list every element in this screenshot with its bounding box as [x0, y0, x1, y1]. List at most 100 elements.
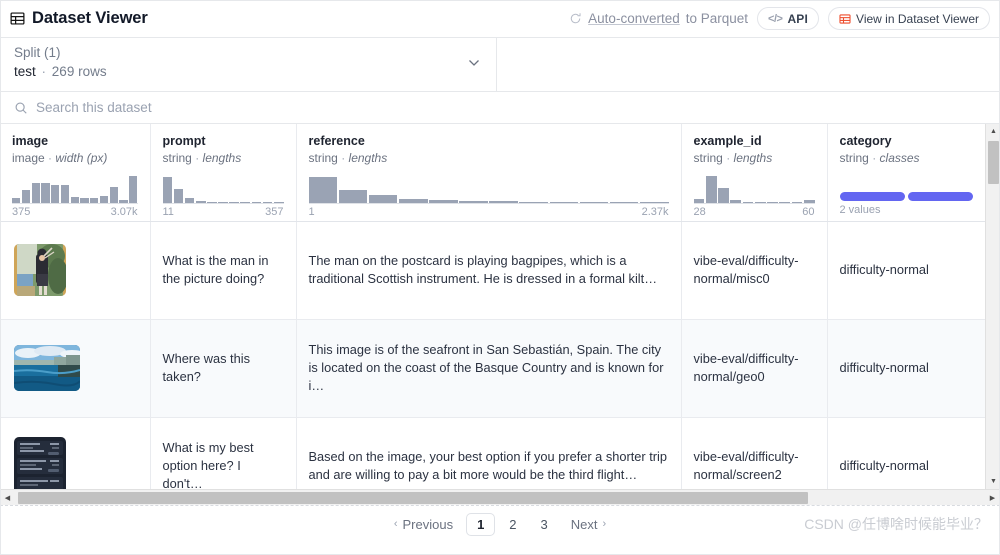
chevron-down-icon[interactable]: [466, 54, 482, 75]
page-button-3[interactable]: 3: [531, 514, 558, 535]
column-type-name: string: [162, 151, 192, 165]
histogram-bar: [109, 186, 118, 203]
cell-category[interactable]: difficulty-normal: [827, 221, 985, 320]
column-name: reference: [308, 134, 365, 148]
histogram-bar: [119, 199, 128, 203]
cell-image[interactable]: [0, 221, 151, 320]
histogram-max: 2.37k: [641, 206, 669, 218]
dataset-table: image image · width (px) 375 3.07k promp…: [0, 124, 985, 489]
cell-category[interactable]: difficulty-normal: [827, 319, 985, 418]
column-stat-name: lengths: [202, 151, 242, 165]
page-title: Dataset Viewer: [10, 9, 148, 28]
seafront-coast-thumbnail[interactable]: [14, 345, 80, 391]
cell-image[interactable]: [0, 319, 151, 418]
split-row-count: 269 rows: [51, 64, 107, 79]
api-button[interactable]: </> API: [757, 7, 820, 30]
column-type: string · lengths: [694, 150, 815, 166]
view-button-label: View in Dataset Viewer: [856, 11, 979, 26]
bagpiper-postcard-thumbnail[interactable]: [14, 244, 66, 296]
page-title-text: Dataset Viewer: [32, 9, 148, 27]
cell-example-id[interactable]: vibe-eval/difficulty-normal/geo0: [681, 319, 828, 418]
histogram-bar: [207, 201, 217, 203]
class-segment: [839, 192, 905, 201]
table-row[interactable]: Where was this taken? This image is of t…: [0, 319, 985, 418]
table-row[interactable]: What is the man in the picture doing? Th…: [0, 221, 985, 320]
column-type-name: string: [308, 151, 338, 165]
cell-example-id[interactable]: vibe-eval/difficulty-normal/misc0: [681, 221, 828, 320]
column-histogram-reference: [308, 176, 669, 204]
horizontal-scrollbar-thumb[interactable]: [18, 492, 808, 504]
histogram-bar: [754, 201, 766, 203]
histogram-bar: [229, 201, 239, 203]
histogram-max: 3.07k: [110, 206, 138, 218]
column-type: string · classes: [840, 150, 974, 166]
histogram-bar: [162, 177, 173, 203]
split-label: Split (1): [14, 45, 61, 60]
column-type-name: string: [839, 151, 869, 165]
cell-reference[interactable]: The man on the postcard is playing bagpi…: [296, 221, 682, 320]
histogram-bar: [70, 197, 79, 203]
cell-category[interactable]: difficulty-normal: [827, 417, 985, 489]
histogram-bar: [368, 195, 398, 203]
histogram-bar: [41, 182, 50, 203]
triangle-left-icon[interactable]: ◀: [0, 490, 15, 506]
table-row[interactable]: What is my best option here? I don't… Ba…: [0, 417, 985, 489]
histogram-range-labels: 28 60: [694, 206, 815, 218]
histogram-bar: [803, 200, 815, 203]
histogram-range-labels: 11 357: [163, 206, 284, 218]
page-button-1[interactable]: 1: [466, 512, 496, 536]
histogram-bar: [459, 201, 488, 203]
page-button-2[interactable]: 2: [499, 514, 526, 535]
histogram-bar: [273, 201, 284, 203]
histogram-bar: [639, 201, 669, 203]
histogram-bar: [218, 201, 228, 203]
histogram-bar: [429, 200, 458, 203]
triangle-right-icon[interactable]: ▶: [985, 490, 1000, 506]
column-header-category[interactable]: category string · classes 2 values: [827, 124, 985, 222]
column-name: category: [839, 134, 892, 148]
cell-prompt[interactable]: What is the man in the picture doing?: [150, 221, 297, 320]
column-name: image: [12, 134, 49, 148]
table-header: image image · width (px) 375 3.07k promp…: [0, 124, 985, 222]
split-labels: Split (1) test · 269 rows: [14, 44, 107, 80]
vertical-scrollbar[interactable]: ▲ ▼: [985, 124, 1000, 489]
histogram-bar: [21, 190, 31, 203]
chevron-left-icon: ‹: [393, 518, 398, 530]
column-stat-name: width (px): [55, 151, 108, 165]
column-header-reference[interactable]: reference string · lengths 1 2.37k: [296, 124, 682, 222]
next-page-button[interactable]: Next ›: [562, 514, 615, 535]
search-bar[interactable]: [0, 92, 1000, 124]
column-name: prompt: [162, 134, 206, 148]
triangle-up-icon[interactable]: ▲: [986, 124, 1000, 139]
column-header-example-id[interactable]: example_id string · lengths 28 60: [681, 124, 828, 222]
table-header-row: image image · width (px) 375 3.07k promp…: [0, 124, 985, 222]
histogram-bar: [718, 188, 729, 203]
triangle-down-icon[interactable]: ▼: [986, 474, 1000, 489]
column-header-prompt[interactable]: prompt string · lengths 11 357: [150, 124, 297, 222]
class-count-label: 2 values: [839, 204, 881, 216]
header-bar: Dataset Viewer Auto-converted to Parquet…: [0, 0, 1000, 38]
cell-reference[interactable]: Based on the image, your best option if …: [296, 417, 682, 489]
view-in-dataset-viewer-button[interactable]: View in Dataset Viewer: [828, 7, 990, 30]
histogram-bar: [51, 184, 60, 203]
flight-list-screenshot-thumbnail[interactable]: [14, 437, 66, 489]
cell-example-id[interactable]: vibe-eval/difficulty-normal/screen2: [681, 417, 828, 489]
type-separator: ·: [341, 151, 346, 165]
cell-prompt[interactable]: What is my best option here? I don't…: [150, 417, 297, 489]
histogram-bar: [549, 201, 579, 203]
cell-prompt[interactable]: Where was this taken?: [150, 319, 297, 418]
cell-image[interactable]: [0, 417, 151, 489]
vertical-scrollbar-thumb[interactable]: [988, 141, 999, 184]
histogram-bar: [184, 197, 195, 203]
search-input[interactable]: [36, 100, 986, 115]
previous-page-button[interactable]: ‹ Previous: [385, 514, 462, 535]
column-type-name: image: [12, 151, 45, 165]
column-header-image[interactable]: image image · width (px) 375 3.07k: [0, 124, 151, 222]
histogram-bar: [791, 201, 803, 203]
cell-reference[interactable]: This image is of the seafront in San Seb…: [296, 319, 682, 418]
split-selector[interactable]: Split (1) test · 269 rows: [0, 38, 497, 91]
split-separator: ·: [41, 64, 47, 79]
auto-converted-link[interactable]: Auto-converted: [588, 11, 680, 26]
horizontal-scrollbar[interactable]: ◀ ▶: [0, 489, 1000, 505]
histogram-bar: [705, 176, 717, 203]
